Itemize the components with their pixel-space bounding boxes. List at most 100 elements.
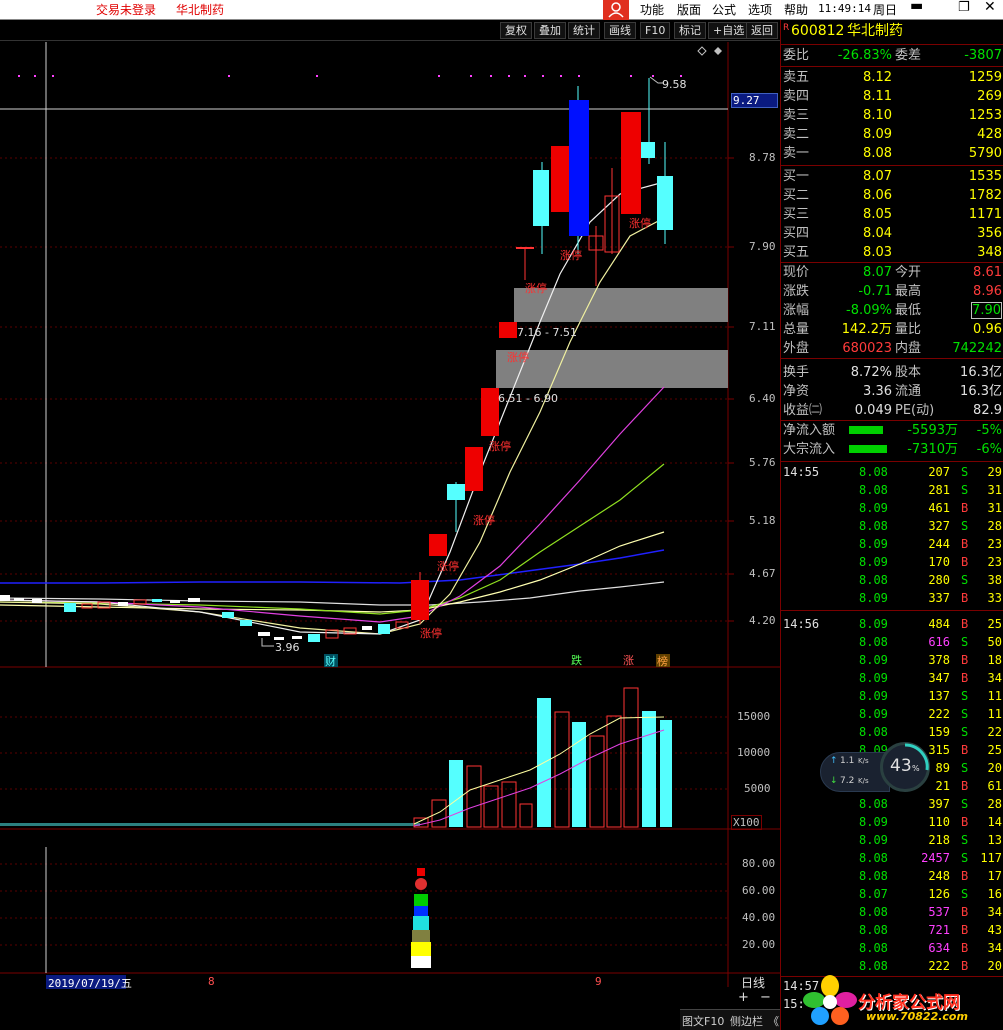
volume-tick: 15000 (737, 710, 771, 723)
minimize-icon[interactable]: ▬ (910, 0, 923, 14)
net-speed-percent: 43 (890, 756, 912, 776)
sidebar-tab[interactable]: 侧边栏 (730, 1013, 763, 1029)
tick-row[interactable]: 8.08 397 S 28 (781, 795, 1003, 813)
tick-price: 8.09 (859, 591, 888, 605)
restore-icon[interactable]: ❐ (958, 0, 970, 15)
tick-row[interactable]: 8.09 378 B 18 (781, 651, 1003, 669)
period-label[interactable]: 日线 (741, 974, 765, 991)
tick-row[interactable]: 8.09 244 B 23 (781, 535, 1003, 553)
tick-row[interactable]: 8.08 721 B 43 (781, 921, 1003, 939)
level-label: 卖二 (783, 127, 810, 142)
menu-function[interactable]: 功能 (640, 1, 664, 18)
tick-row[interactable]: 8.08 537 B 34 (781, 903, 1003, 921)
diamond-icon-filled[interactable] (714, 47, 722, 55)
tick-side: S (961, 887, 969, 901)
tick-row[interactable]: 8.09 110 B 14 (781, 813, 1003, 831)
flow-value: -5593万 (907, 423, 958, 438)
stat-value: -0.71 (858, 284, 892, 299)
tick-side: B (961, 501, 969, 515)
high-price-mark: 9.58 (662, 78, 687, 91)
tick-volume: 378 (928, 653, 950, 667)
ask-level-row[interactable]: 卖三 8.10 1253 (781, 106, 1003, 125)
tick-count: 11 (987, 707, 1002, 721)
bid-level-row[interactable]: 买二 8.06 1782 (781, 186, 1003, 205)
diamond-icon[interactable] (697, 46, 707, 56)
user-icon[interactable] (603, 0, 629, 20)
tick-count: 38 (987, 573, 1002, 587)
tick-price: 8.08 (859, 483, 888, 497)
tick-side: S (961, 483, 969, 497)
tick-volume: 159 (928, 725, 950, 739)
menu-options[interactable]: 选项 (748, 1, 772, 18)
level-volume: 348 (977, 245, 1002, 260)
level-volume: 428 (977, 127, 1002, 142)
tick-row[interactable]: 8.09 461 B 31 (781, 499, 1003, 517)
tick-row[interactable]: 8.08 280 S 38 (781, 571, 1003, 589)
level-price: 8.09 (863, 127, 892, 142)
event-tag-rise[interactable]: 涨 (623, 654, 634, 667)
tick-volume: 244 (928, 537, 950, 551)
tick-row[interactable]: 8.08 327 S 28 (781, 517, 1003, 535)
menu-formula[interactable]: 公式 (712, 1, 736, 18)
btn-statistics[interactable]: 统计 (568, 22, 600, 39)
flow-row: 净流入额 -5593万 -5% (781, 421, 1003, 440)
net-speed-widget[interactable]: ↑ 1.1 K/s ↓ 7.2 K/s 43 % (820, 742, 930, 794)
close-icon[interactable]: ✕ (984, 0, 996, 15)
tick-volume: 616 (928, 635, 950, 649)
stat-label: 净资 (783, 384, 810, 399)
btn-draw-line[interactable]: 画线 (604, 22, 636, 39)
event-tag-finance[interactable]: 财 (324, 654, 338, 668)
tick-row[interactable]: 8.08 634 B 34 (781, 939, 1003, 957)
tick-row[interactable]: 8.09 137 S 11 (781, 687, 1003, 705)
ask-level-row[interactable]: 卖二 8.09 428 (781, 125, 1003, 144)
stat-value: 680023 (842, 341, 892, 356)
menu-layout[interactable]: 版面 (677, 1, 701, 18)
zoom-in-icon[interactable]: + (738, 990, 749, 1005)
tick-row[interactable]: 8.08 2457 S 117 (781, 849, 1003, 867)
menu-help[interactable]: 帮助 (784, 1, 808, 18)
stat-label: 最高 (895, 284, 922, 299)
tick-row[interactable]: 8.09 222 S 11 (781, 705, 1003, 723)
f10-tab[interactable]: 图文F10 (682, 1013, 724, 1029)
login-status[interactable]: 交易未登录 (96, 1, 156, 18)
tick-price: 8.09 (859, 555, 888, 569)
bid-level-row[interactable]: 买四 8.04 356 (781, 224, 1003, 243)
tick-row[interactable]: 8.09 484 B 25 (781, 615, 1003, 633)
bid-level-row[interactable]: 买一 8.07 1535 (781, 167, 1003, 186)
tick-row[interactable]: 8.08 207 S 29 (781, 463, 1003, 481)
event-tag-list[interactable]: 榜 (656, 654, 670, 668)
ask-level-row[interactable]: 卖一 8.08 5790 (781, 144, 1003, 163)
zoom-out-icon[interactable]: − (760, 990, 771, 1005)
level-label: 卖一 (783, 146, 810, 161)
bid-level-row[interactable]: 买三 8.05 1171 (781, 205, 1003, 224)
level-price: 8.12 (863, 70, 892, 85)
tick-row[interactable]: 8.09 347 B 34 (781, 669, 1003, 687)
tick-row[interactable]: 8.07 126 S 16 (781, 885, 1003, 903)
tick-volume: 248 (928, 869, 950, 883)
event-tag-drop[interactable]: 跌 (571, 653, 582, 667)
stat-value: 16.3亿 (960, 384, 1002, 399)
btn-back[interactable]: 返回 (746, 22, 778, 39)
tick-row[interactable]: 8.08 281 S 31 (781, 481, 1003, 499)
stat-value: 8.72% (850, 365, 892, 380)
level-price: 8.05 (863, 207, 892, 222)
tick-row[interactable]: 8.08 248 B 17 (781, 867, 1003, 885)
btn-mark[interactable]: 标记 (674, 22, 706, 39)
tick-row[interactable]: 8.08 616 S 50 (781, 633, 1003, 651)
title-bar: 交易未登录 华北制药 功能 版面 公式 选项 帮助 11:49:14 周日 ▬ … (0, 0, 1003, 20)
tick-row[interactable]: 8.09 337 B 33 (781, 589, 1003, 607)
btn-add-watchlist[interactable]: +自选 (708, 22, 750, 39)
btn-overlay[interactable]: 叠加 (534, 22, 566, 39)
tick-row[interactable]: 8.09 170 B 23 (781, 553, 1003, 571)
tick-row[interactable]: 8.09 218 S 13 (781, 831, 1003, 849)
tick-side: B (961, 617, 969, 631)
bid-level-row[interactable]: 买五 8.03 348 (781, 243, 1003, 262)
ask-level-row[interactable]: 卖五 8.12 1259 (781, 68, 1003, 87)
collapse-icon[interactable]: 《 (768, 1013, 779, 1029)
tick-row[interactable]: 8.08 159 S 22 (781, 723, 1003, 741)
ask-level-row[interactable]: 卖四 8.11 269 (781, 87, 1003, 106)
tick-volume: 110 (928, 815, 950, 829)
btn-f10[interactable]: F10 (640, 22, 671, 39)
kline-chart[interactable]: 涨停 涨停 涨停 涨停 涨停 涨停 涨停 涨停 7.16 - 7.51 6.51… (0, 42, 780, 1030)
btn-restore-rights[interactable]: 复权 (500, 22, 532, 39)
